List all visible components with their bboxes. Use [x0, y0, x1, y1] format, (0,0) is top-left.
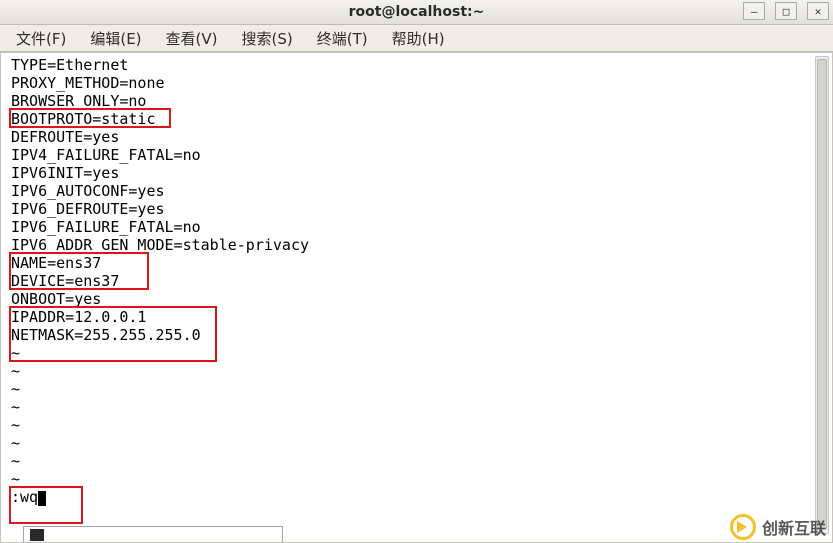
watermark-text: 创新互联: [762, 515, 826, 539]
menu-terminal[interactable]: 终端(T): [307, 26, 378, 51]
config-line-10: IPV6_ADDR_GEN_MODE=stable-privacy: [11, 236, 808, 254]
menu-view[interactable]: 查看(V): [156, 26, 228, 51]
menu-file[interactable]: 文件(F): [6, 26, 76, 51]
config-line-14: IPADDR=12.0.0.1: [11, 308, 808, 326]
config-line-7: IPV6_AUTOCONF=yes: [11, 182, 808, 200]
tilde-line: ~: [11, 380, 808, 398]
config-line-8: IPV6_DEFROUTE=yes: [11, 200, 808, 218]
config-line-15: NETMASK=255.255.255.0: [11, 326, 808, 344]
window-titlebar: root@localhost:~ — □ ✕: [0, 0, 833, 25]
terminal-icon: [30, 529, 44, 541]
config-line-3: BOOTPROTO=static: [11, 110, 808, 128]
tilde-line: ~: [11, 362, 808, 380]
menubar: 文件(F) 编辑(E) 查看(V) 搜索(S) 终端(T) 帮助(H): [0, 25, 833, 52]
config-line-6: IPV6INIT=yes: [11, 164, 808, 182]
config-line-5: IPV4_FAILURE_FATAL=no: [11, 146, 808, 164]
tilde-line: ~: [11, 416, 808, 434]
scrollbar-thumb[interactable]: [817, 59, 827, 529]
terminal-content[interactable]: TYPE=EthernetPROXY_METHOD=noneBROWSER_ON…: [11, 56, 808, 506]
tilde-line: ~: [11, 470, 808, 488]
config-line-1: PROXY_METHOD=none: [11, 74, 808, 92]
terminal[interactable]: TYPE=EthernetPROXY_METHOD=noneBROWSER_ON…: [0, 52, 833, 543]
config-line-13: ONBOOT=yes: [11, 290, 808, 308]
config-line-11: NAME=ens37: [11, 254, 808, 272]
window-title: root@localhost:~: [0, 4, 833, 20]
config-line-9: IPV6_FAILURE_FATAL=no: [11, 218, 808, 236]
scrollbar[interactable]: [815, 56, 829, 534]
watermark-logo-icon: [730, 514, 756, 540]
close-button[interactable]: ✕: [807, 2, 829, 20]
menu-help[interactable]: 帮助(H): [382, 26, 455, 51]
vim-command-line[interactable]: :wq: [11, 488, 808, 506]
config-line-0: TYPE=Ethernet: [11, 56, 808, 74]
menu-search[interactable]: 搜索(S): [232, 26, 303, 51]
taskbar-item[interactable]: [23, 526, 283, 542]
tilde-line: ~: [11, 434, 808, 452]
tilde-line: ~: [11, 344, 808, 362]
config-line-4: DEFROUTE=yes: [11, 128, 808, 146]
menu-edit[interactable]: 编辑(E): [80, 26, 151, 51]
tilde-line: ~: [11, 398, 808, 416]
maximize-button[interactable]: □: [775, 2, 797, 20]
cursor: [38, 491, 46, 506]
config-line-12: DEVICE=ens37: [11, 272, 808, 290]
minimize-button[interactable]: —: [743, 2, 765, 20]
config-line-2: BROWSER_ONLY=no: [11, 92, 808, 110]
tilde-line: ~: [11, 452, 808, 470]
window-controls: — □ ✕: [743, 2, 829, 20]
watermark: 创新互联: [730, 514, 826, 540]
vim-command-text: :wq: [11, 488, 38, 506]
